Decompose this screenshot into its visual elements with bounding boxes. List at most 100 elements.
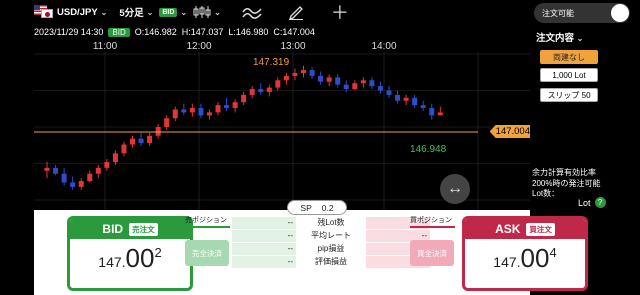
chevron-down-icon: ⌄	[214, 7, 221, 17]
ohlc-low: L:146.980	[228, 27, 269, 37]
candle	[301, 65, 306, 78]
chevron-down-icon: ⌄	[146, 7, 154, 17]
candle	[429, 103, 435, 120]
time-label: 14:00	[371, 41, 397, 52]
ask-head-label: ASK	[495, 222, 521, 236]
usd-jpy-flag-icon	[34, 5, 54, 19]
help-icon[interactable]: ?	[594, 197, 606, 208]
candle	[352, 80, 358, 91]
sell-settle-all-button[interactable]: 売全決済	[185, 240, 229, 266]
candle	[121, 141, 127, 157]
toggle-label: 注文可能	[542, 8, 574, 18]
price-chart[interactable]: 2023/11/29 14:30 BID O:146.982 H:147.037…	[34, 24, 534, 210]
candle	[95, 164, 101, 179]
bid-rate-main: 00	[125, 243, 155, 273]
candle	[403, 94, 409, 106]
horizontal-zoom-button[interactable]: ↔	[440, 174, 470, 204]
candle	[155, 124, 161, 139]
candle	[360, 77, 366, 88]
add-button[interactable]: ＋	[323, 2, 357, 23]
sell-value: --	[232, 229, 296, 242]
lot-row: Lot ?	[578, 197, 606, 208]
row-label: 残Lot数	[317, 218, 345, 227]
spread-label: SP	[300, 202, 312, 213]
candle	[112, 150, 118, 165]
candle	[53, 164, 59, 176]
draw-button[interactable]	[279, 2, 313, 22]
buy-position-bar	[410, 226, 455, 228]
candlestick-icon	[193, 6, 211, 18]
trading-app: USD/JPY ⌄ 5分足 ⌄ BID ⌄ ⌄ ＋ 2023/11/29 14:…	[0, 0, 640, 295]
candle	[181, 103, 187, 116]
row-label: pip損益	[317, 244, 345, 253]
candle	[130, 135, 135, 148]
chart-type-selector[interactable]: ⌄	[193, 2, 221, 22]
candle	[258, 83, 264, 95]
buy-position-column: 買ポジション 買全決済	[410, 216, 455, 266]
candle	[172, 106, 178, 122]
candle	[70, 176, 76, 190]
spread-value: 0.2	[321, 202, 334, 213]
timeframe-selector[interactable]: 5分足 ⌄	[119, 2, 153, 22]
chevron-down-icon: ⌄	[100, 7, 108, 17]
ohlc-date: 2023/11/29 14:30	[34, 27, 104, 37]
buy-order-tag: 買注文	[526, 222, 555, 236]
sell-position-bar	[185, 226, 230, 228]
row-label: 平均レート	[311, 231, 351, 240]
indicator-button[interactable]	[235, 2, 269, 22]
ask-order-card[interactable]: ASK 買注文 147.004	[462, 216, 588, 291]
indicator-wave-icon	[242, 8, 262, 19]
ohlc-close: C:147.004	[273, 27, 315, 37]
bid-card-header: BID 売注文	[70, 219, 190, 239]
ohlc-high: H:147.037	[181, 27, 224, 37]
trade-panel: BID 売注文 147.002 売ポジション 売全決済 -- 残Lot数 -- …	[34, 210, 588, 295]
margin-note-line1: 余力計算有効比率	[532, 168, 596, 177]
hedge-option-button[interactable]: 両建なし	[540, 50, 598, 64]
candle	[215, 102, 221, 116]
candle	[61, 167, 67, 186]
sell-value: --	[232, 216, 296, 229]
bid-rate: 147.002	[70, 243, 190, 274]
bid-rate-prefix: 147.	[98, 254, 126, 270]
pair-selector[interactable]: USD/JPY ⌄	[34, 2, 107, 22]
time-label: 11:00	[92, 41, 118, 52]
candle	[386, 86, 392, 98]
candle	[437, 106, 443, 116]
current-price-tag: 147.004	[489, 125, 534, 138]
candle	[87, 170, 93, 183]
timeframe-label: 5分足	[119, 8, 144, 19]
bid-order-card[interactable]: BID 売注文 147.002	[67, 216, 193, 291]
high-price-label: 147.319	[253, 57, 290, 68]
lot-option-button[interactable]: 1,000 Lot	[540, 68, 598, 82]
order-content-dropdown[interactable]: 注文内容 ⌄	[536, 30, 583, 44]
plus-icon: ＋	[330, 3, 349, 23]
pencil-icon	[288, 6, 303, 20]
candle	[138, 132, 144, 146]
candle	[241, 91, 247, 106]
bid-rate-pip: 2	[154, 245, 162, 260]
ohlc-open: O:146.982	[134, 27, 177, 37]
candle	[164, 115, 170, 130]
ask-rate-pip: 4	[549, 245, 557, 260]
ask-card-header: ASK 買注文	[465, 219, 585, 239]
candle	[318, 71, 324, 85]
chevron-down-icon: ⌄	[576, 34, 584, 43]
ask-rate-main: 00	[520, 243, 550, 273]
row-label: 評価損益	[315, 257, 347, 266]
candle	[232, 99, 238, 113]
candle	[369, 77, 375, 90]
candle	[249, 86, 255, 98]
chart-toolbar: USD/JPY ⌄ 5分足 ⌄ BID ⌄ ⌄ ＋	[34, 0, 530, 24]
candle	[189, 103, 195, 117]
slippage-option-button[interactable]: スリップ 50	[540, 88, 598, 102]
candle	[283, 72, 289, 85]
price-type-selector[interactable]: BID ⌄	[159, 2, 187, 22]
buy-settle-all-button[interactable]: 買全決済	[410, 240, 454, 266]
candle	[377, 81, 383, 94]
spread-indicator: SP 0.2	[287, 200, 347, 215]
ask-rate: 147.004	[465, 243, 585, 274]
margin-note-line3: Lot数：	[532, 189, 560, 198]
order-enable-toggle[interactable]: 注文可能	[534, 3, 630, 23]
toggle-knob	[611, 4, 629, 22]
time-label: 12:00	[186, 41, 212, 52]
